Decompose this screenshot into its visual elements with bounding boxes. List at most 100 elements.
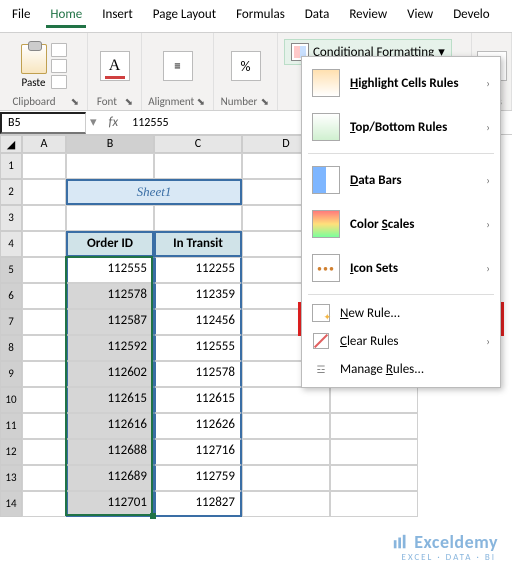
cell[interactable] bbox=[242, 491, 330, 517]
cell-order-id[interactable]: 112615 bbox=[66, 387, 154, 413]
tab-developer[interactable]: Develo bbox=[449, 4, 493, 28]
number-dialog-launcher[interactable]: ⬊ bbox=[259, 95, 271, 108]
cf-color-scales[interactable]: Color Scales › bbox=[302, 202, 500, 246]
cf-highlight-cells-rules[interactable]: Highlight Cells Rules › bbox=[302, 61, 500, 105]
cell-in-transit[interactable]: 112827 bbox=[154, 491, 242, 517]
cell-in-transit[interactable]: 112626 bbox=[154, 413, 242, 439]
alignment-dialog-launcher[interactable]: ⬊ bbox=[195, 95, 207, 108]
tab-home[interactable]: Home bbox=[46, 4, 86, 28]
cell-in-transit[interactable]: 112555 bbox=[154, 335, 242, 361]
cell[interactable] bbox=[22, 153, 66, 179]
cell[interactable] bbox=[154, 205, 242, 231]
tab-data[interactable]: Data bbox=[301, 4, 334, 28]
cell[interactable] bbox=[242, 387, 330, 413]
row-header[interactable]: 7 bbox=[0, 309, 22, 335]
cell-order-id[interactable]: 112592 bbox=[66, 335, 154, 361]
cell[interactable] bbox=[22, 387, 66, 413]
cell-in-transit[interactable]: 112359 bbox=[154, 283, 242, 309]
cell-in-transit[interactable]: 112578 bbox=[154, 361, 242, 387]
cell[interactable] bbox=[242, 439, 330, 465]
cell[interactable] bbox=[154, 153, 242, 179]
name-box[interactable] bbox=[0, 112, 86, 134]
row-header[interactable]: 13 bbox=[0, 465, 22, 491]
number-format-icon[interactable]: % bbox=[231, 51, 261, 81]
cell[interactable] bbox=[66, 153, 154, 179]
column-header-a[interactable]: A bbox=[22, 135, 66, 153]
row-header[interactable]: 11 bbox=[0, 413, 22, 439]
row-header[interactable]: 2 bbox=[0, 179, 22, 205]
table-header-order-id[interactable]: Order ID bbox=[66, 231, 154, 257]
table-header-in-transit[interactable]: In Transit bbox=[154, 231, 242, 257]
sheet-title-cell[interactable]: Sheet1 bbox=[66, 179, 242, 205]
cf-manage-rules[interactable]: Manage Rules... bbox=[302, 355, 500, 383]
cell[interactable] bbox=[22, 439, 66, 465]
row-header[interactable]: 8 bbox=[0, 335, 22, 361]
row-header[interactable]: 9 bbox=[0, 361, 22, 387]
tab-view[interactable]: View bbox=[403, 4, 437, 28]
row-header[interactable]: 12 bbox=[0, 439, 22, 465]
cell[interactable] bbox=[22, 309, 66, 335]
cell[interactable] bbox=[22, 465, 66, 491]
clipboard-dialog-launcher[interactable]: ⬊ bbox=[69, 95, 81, 108]
cell[interactable] bbox=[242, 465, 330, 491]
row-header[interactable]: 10 bbox=[0, 387, 22, 413]
row-header[interactable]: 4 bbox=[0, 231, 22, 257]
cf-top-bottom-rules[interactable]: Top/Bottom Rules › bbox=[302, 105, 500, 149]
alignment-icon[interactable]: ≡ bbox=[163, 51, 193, 81]
tab-file[interactable]: File bbox=[8, 4, 34, 28]
cell-in-transit[interactable]: 112456 bbox=[154, 309, 242, 335]
tab-review[interactable]: Review bbox=[345, 4, 391, 28]
tab-page-layout[interactable]: Page Layout bbox=[149, 4, 220, 28]
cell[interactable] bbox=[66, 205, 154, 231]
cf-data-bars[interactable]: Data Bars › bbox=[302, 158, 500, 202]
font-dialog-launcher[interactable]: ⬊ bbox=[123, 95, 135, 108]
cell[interactable] bbox=[330, 491, 418, 517]
cell[interactable] bbox=[22, 361, 66, 387]
column-header-b[interactable]: B bbox=[66, 135, 154, 153]
cell[interactable] bbox=[22, 335, 66, 361]
cf-icon-sets[interactable]: Icon Sets › bbox=[302, 246, 500, 290]
cell-in-transit[interactable]: 112759 bbox=[154, 465, 242, 491]
cut-icon[interactable] bbox=[51, 43, 67, 57]
cell-order-id[interactable]: 112688 bbox=[66, 439, 154, 465]
fill-handle[interactable] bbox=[150, 513, 156, 519]
tab-insert[interactable]: Insert bbox=[98, 4, 137, 28]
cell-order-id[interactable]: 112701 bbox=[66, 491, 154, 517]
cell[interactable] bbox=[22, 413, 66, 439]
row-header[interactable]: 3 bbox=[0, 205, 22, 231]
cell[interactable] bbox=[330, 413, 418, 439]
cell[interactable] bbox=[22, 231, 66, 257]
cell[interactable] bbox=[22, 283, 66, 309]
cell-order-id[interactable]: 112587 bbox=[66, 309, 154, 335]
paste-button[interactable]: Paste bbox=[21, 44, 47, 89]
cell[interactable] bbox=[22, 205, 66, 231]
cell[interactable] bbox=[330, 439, 418, 465]
cell-order-id[interactable]: 112555 bbox=[66, 257, 154, 283]
cf-new-rule[interactable]: New Rule... bbox=[302, 299, 500, 327]
row-header[interactable]: 1 bbox=[0, 153, 22, 179]
row-header[interactable]: 14 bbox=[0, 491, 22, 517]
cell-in-transit[interactable]: 112615 bbox=[154, 387, 242, 413]
format-painter-icon[interactable] bbox=[51, 75, 67, 89]
select-all-corner[interactable]: ◢ bbox=[0, 135, 22, 153]
cell-order-id[interactable]: 112616 bbox=[66, 413, 154, 439]
cell-in-transit[interactable]: 112255 bbox=[154, 257, 242, 283]
cell-in-transit[interactable]: 112716 bbox=[154, 439, 242, 465]
name-box-dropdown-icon[interactable]: ▾ bbox=[86, 115, 101, 130]
fx-icon[interactable]: fx bbox=[101, 115, 127, 130]
cell[interactable] bbox=[330, 387, 418, 413]
copy-icon[interactable] bbox=[51, 59, 67, 73]
cell[interactable] bbox=[22, 491, 66, 517]
font-color-icon[interactable]: A bbox=[100, 51, 130, 81]
row-header[interactable]: 5 bbox=[0, 257, 22, 283]
tab-formulas[interactable]: Formulas bbox=[232, 4, 289, 28]
cell[interactable] bbox=[22, 257, 66, 283]
cf-clear-rules[interactable]: Clear Rules › bbox=[302, 327, 500, 355]
row-header[interactable]: 6 bbox=[0, 283, 22, 309]
cell[interactable] bbox=[22, 179, 66, 205]
cell-order-id[interactable]: 112578 bbox=[66, 283, 154, 309]
cell-order-id[interactable]: 112689 bbox=[66, 465, 154, 491]
cell[interactable] bbox=[242, 413, 330, 439]
cell[interactable] bbox=[330, 465, 418, 491]
column-header-c[interactable]: C bbox=[154, 135, 242, 153]
